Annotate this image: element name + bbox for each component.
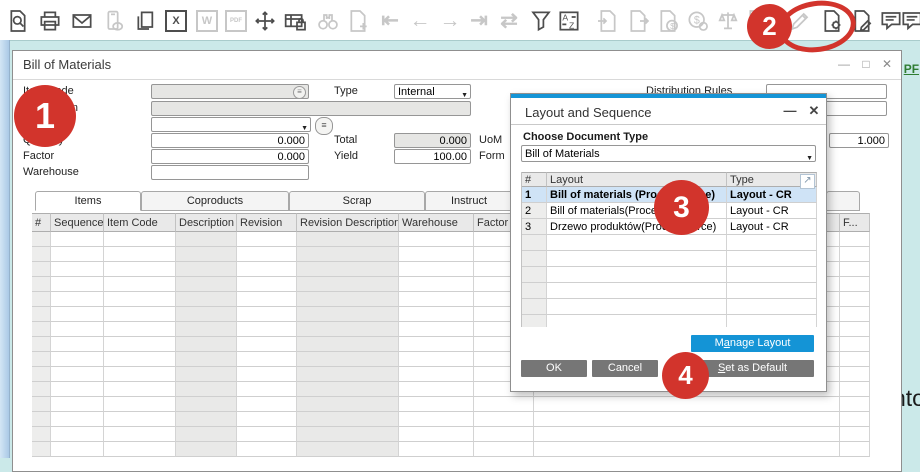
document-price-icon[interactable] xyxy=(655,8,681,34)
document-out-icon[interactable] xyxy=(625,8,651,34)
add-document-icon[interactable] xyxy=(345,8,371,34)
tab-scrap[interactable]: Scrap xyxy=(289,191,425,211)
revision-dropdown[interactable]: ▼ xyxy=(151,117,311,132)
description-field[interactable] xyxy=(151,101,471,116)
refresh-icon[interactable]: ⇄ xyxy=(496,8,522,34)
minimize-icon[interactable]: — xyxy=(836,56,852,72)
sort-icon[interactable] xyxy=(556,8,582,34)
table-row[interactable] xyxy=(32,412,870,427)
dialog-minimize-icon[interactable]: — xyxy=(783,103,797,118)
tab-coproducts[interactable]: Coproducts xyxy=(141,191,289,211)
table-row[interactable] xyxy=(522,315,818,327)
ok-button[interactable]: OK xyxy=(521,360,587,377)
manage-layout-button[interactable]: Manage Layout xyxy=(691,335,814,352)
export-pdf-icon[interactable]: PDF xyxy=(223,8,249,34)
dialog-title: Layout and Sequence xyxy=(525,105,652,120)
payment-icon[interactable] xyxy=(685,8,711,34)
total-label: Total xyxy=(334,133,357,148)
total-field: 0.000 xyxy=(394,133,471,148)
export-excel-icon[interactable]: X xyxy=(163,8,189,34)
find-preview-icon[interactable] xyxy=(5,8,31,34)
previous-record-icon[interactable]: ← xyxy=(407,8,433,34)
step-1-badge: 1 xyxy=(14,85,76,147)
column-header: Sequence xyxy=(51,213,104,232)
next-record-icon[interactable]: → xyxy=(437,8,463,34)
column-header: Warehouse xyxy=(399,213,474,232)
uom-field[interactable]: 1.000 xyxy=(829,133,889,148)
export-word-icon[interactable]: W xyxy=(194,8,220,34)
expand-table-icon[interactable]: ↗ xyxy=(800,174,815,189)
table-row[interactable] xyxy=(522,299,818,315)
type-dropdown[interactable]: Internal▼ xyxy=(394,84,471,99)
tab-instruct[interactable]: Instruct xyxy=(425,191,513,211)
column-header: Item Code xyxy=(104,213,176,232)
document-in-icon[interactable] xyxy=(595,8,621,34)
lock-table-icon[interactable] xyxy=(282,8,308,34)
column-header: # xyxy=(32,213,51,232)
dialog-separator xyxy=(511,124,826,125)
table-row[interactable] xyxy=(32,427,870,442)
last-record-icon[interactable]: ⇥ xyxy=(466,8,492,34)
table-row[interactable] xyxy=(522,235,818,251)
step-4-badge: 4 xyxy=(662,352,709,399)
dialog-close-icon[interactable]: ✕ xyxy=(807,103,821,119)
factor-label: Factor xyxy=(23,149,54,164)
column-header: # xyxy=(522,172,547,187)
uom-label: UoM xyxy=(479,133,502,148)
table-row[interactable] xyxy=(522,283,818,299)
warehouse-label: Warehouse xyxy=(23,165,79,180)
step-3-badge: 3 xyxy=(654,180,709,235)
warehouse-field[interactable] xyxy=(151,165,309,180)
column-header: Description xyxy=(176,213,237,232)
column-header: F... xyxy=(840,213,870,232)
set-default-button[interactable]: Set as Default xyxy=(691,360,814,377)
copy-icon[interactable] xyxy=(132,8,158,34)
form-label: Form xyxy=(479,149,505,164)
column-header: Revision Description xyxy=(297,213,399,232)
email-icon[interactable] xyxy=(69,8,95,34)
revision-list-button[interactable]: ≡ xyxy=(315,117,333,135)
choose-from-list-icon[interactable]: ≡ xyxy=(293,86,306,99)
chevron-down-icon: ▼ xyxy=(806,150,813,167)
close-icon[interactable]: ✕ xyxy=(879,56,895,72)
tab-items[interactable]: Items xyxy=(35,191,141,211)
print-icon[interactable] xyxy=(37,8,63,34)
document-type-dropdown[interactable]: Bill of Materials▼ xyxy=(521,145,816,162)
column-header: Revision xyxy=(237,213,297,232)
background-link[interactable]: PF xyxy=(904,62,919,76)
cancel-button[interactable]: Cancel xyxy=(592,360,658,377)
chat-partial-icon[interactable] xyxy=(899,8,920,34)
choose-document-type-label: Choose Document Type xyxy=(523,131,648,143)
desktop-left-strip xyxy=(0,40,10,458)
item-code-field[interactable]: ≡ xyxy=(151,84,309,99)
window-title: Bill of Materials xyxy=(23,57,111,72)
dialog-accent-stripe xyxy=(511,94,826,98)
first-record-icon[interactable]: ⇤ xyxy=(377,8,403,34)
weighing-scale-icon[interactable] xyxy=(715,8,741,34)
column-header: Layout xyxy=(547,172,727,187)
find-icon[interactable] xyxy=(315,8,341,34)
table-row[interactable] xyxy=(522,267,818,283)
maximize-icon[interactable]: □ xyxy=(858,56,874,72)
factor-field[interactable]: 0.000 xyxy=(151,149,309,164)
table-row[interactable] xyxy=(32,397,870,412)
layout-and-sequence-dialog: Layout and Sequence — ✕ Choose Document … xyxy=(510,93,827,392)
tab-stub[interactable] xyxy=(826,191,860,211)
sms-chat-icon[interactable] xyxy=(100,8,126,34)
yield-field[interactable]: 100.00 xyxy=(394,149,471,164)
quantity-field[interactable]: 0.000 xyxy=(151,133,309,148)
move-pan-icon[interactable] xyxy=(252,8,278,34)
filter-icon[interactable] xyxy=(528,8,554,34)
table-row[interactable] xyxy=(32,442,870,457)
table-row[interactable] xyxy=(522,251,818,267)
yield-label: Yield xyxy=(334,149,358,164)
title-separator xyxy=(13,79,901,80)
type-label: Type xyxy=(334,84,358,99)
step-2-badge: 2 xyxy=(747,4,792,49)
